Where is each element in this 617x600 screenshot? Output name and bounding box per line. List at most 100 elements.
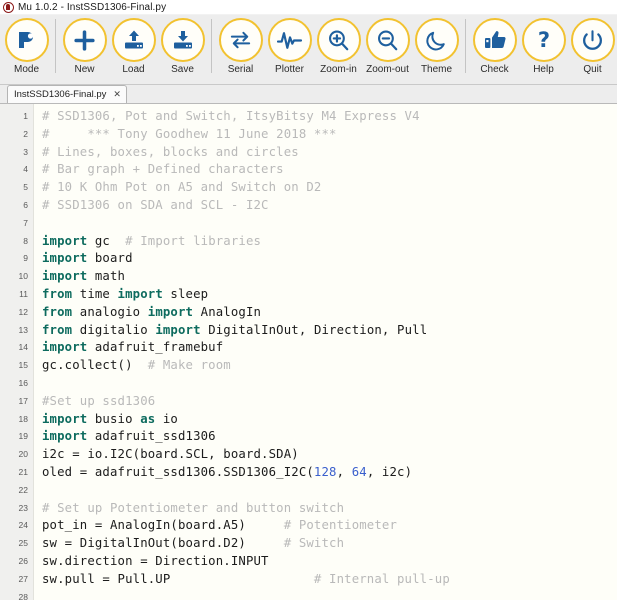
question-icon: ? — [521, 18, 566, 62]
code-token-kw: import — [155, 322, 201, 337]
help-button-label: Help — [533, 64, 554, 75]
code-token-cmt: # Make room — [147, 358, 231, 373]
line-number: 23 — [18, 502, 28, 513]
mode-button[interactable]: Mode — [2, 15, 51, 83]
tab-instssd1306-final[interactable]: InstSSD1306-Final.py ✕ — [7, 85, 127, 103]
code-line[interactable]: # SSD1306, Pot and Switch, ItsyBitsy M4 … — [42, 108, 617, 126]
code-token-txt: gc — [87, 233, 126, 248]
code-token-kw: import — [147, 304, 194, 319]
code-line[interactable]: sw = DigitalInOut(board.D2) # Switch — [42, 535, 617, 553]
code-token-kw: import — [42, 429, 88, 444]
code-token-txt: AnalogIn — [193, 304, 262, 319]
new-button-label: New — [74, 64, 95, 75]
code-editor[interactable]: 1 2 3 4 5 6 7 8 9 10 11 12 13 14 15 16 17 18 19 20 21 22 23 24 2… — [0, 104, 617, 600]
code-token-cmt: # Bar graph + Defined characters — [42, 162, 284, 177]
line-number: 13 — [18, 324, 28, 335]
zoom-in-button[interactable]: Zoom-in — [314, 15, 363, 83]
code-token-kw: import — [42, 269, 88, 284]
save-button[interactable]: Save — [158, 15, 207, 83]
mode-button-label: Mode — [13, 64, 39, 75]
code-token-cmt: #Set up ssd1306 — [42, 393, 156, 408]
code-token-txt: gc.collect() — [42, 358, 148, 373]
download-icon — [160, 18, 205, 62]
code-line[interactable]: gc.collect() # Make room — [42, 357, 617, 375]
theme-button[interactable]: Theme — [412, 15, 461, 83]
code-token-txt: board — [87, 251, 133, 266]
code-line[interactable]: import busio as io — [42, 411, 617, 429]
code-token-txt: time — [72, 286, 118, 301]
code-token-txt: math — [87, 269, 126, 284]
code-token-txt: i2c = io.I2C(board.SCL, board.SDA) — [42, 447, 299, 462]
line-number: 20 — [18, 449, 28, 460]
zoom-out-icon — [365, 18, 410, 62]
code-line[interactable] — [42, 482, 617, 500]
quit-button[interactable]: Quit — [568, 15, 617, 83]
load-button[interactable]: Load — [109, 15, 158, 83]
code-line[interactable] — [42, 215, 617, 233]
code-line[interactable]: sw.direction = Direction.INPUT — [42, 553, 617, 571]
code-token-cmt: # Switch — [283, 536, 345, 551]
new-button[interactable]: New — [60, 15, 109, 83]
code-token-txt: sw.direction = Direction.INPUT — [42, 553, 269, 568]
zoom-in-icon — [316, 18, 361, 62]
code-token-cmt: # SSD1306, Pot and Switch, ItsyBitsy M4 … — [42, 109, 420, 123]
plotter-button-label: Plotter — [275, 64, 304, 75]
code-line[interactable]: # *** Tony Goodhew 11 June 2018 *** — [42, 126, 617, 144]
mode-icon — [4, 18, 49, 62]
line-number: 16 — [18, 377, 28, 388]
tab-label: InstSSD1306-Final.py — [14, 89, 107, 100]
code-line[interactable] — [42, 589, 617, 600]
help-button[interactable]: ? Help — [519, 15, 568, 83]
code-token-txt: oled = adafruit_ssd1306.SSD1306_I2C( — [42, 464, 314, 479]
toolbar-separator — [465, 19, 466, 73]
line-number: 10 — [18, 271, 28, 282]
line-number: 18 — [18, 413, 28, 424]
code-line[interactable]: # Set up Potentiometer and button switch — [42, 500, 617, 518]
line-number: 4 — [23, 164, 28, 175]
code-line[interactable]: import adafruit_ssd1306 — [42, 428, 617, 446]
line-number: 7 — [23, 217, 28, 228]
code-line[interactable]: # 10 K Ohm Pot on A5 and Switch on D2 — [42, 179, 617, 197]
line-number: 11 — [19, 288, 28, 299]
code-token-num: 128 — [313, 464, 337, 479]
code-line[interactable]: oled = adafruit_ssd1306.SSD1306_I2C(128,… — [42, 464, 617, 482]
code-line[interactable]: # Lines, boxes, blocks and circles — [42, 144, 617, 162]
close-icon[interactable]: ✕ — [113, 90, 121, 99]
code-area[interactable]: # SSD1306, Pot and Switch, ItsyBitsy M4 … — [34, 104, 617, 600]
code-token-kw: import — [42, 233, 88, 248]
code-line[interactable]: pot_in = AnalogIn(board.A5) # Potentiome… — [42, 517, 617, 535]
moon-icon — [414, 18, 459, 62]
code-line[interactable]: import board — [42, 250, 617, 268]
code-token-kw: import — [117, 286, 163, 301]
power-icon — [570, 18, 615, 62]
code-line[interactable]: import adafruit_framebuf — [42, 339, 617, 357]
main-toolbar: Mode New Load Save Serial Plotter Zoom-in Zoom-… — [0, 15, 617, 85]
code-line[interactable]: from analogio import AnalogIn — [42, 304, 617, 322]
zoom-out-button[interactable]: Zoom-out — [363, 15, 412, 83]
code-token-cmt: # Import libraries — [125, 233, 262, 248]
check-button[interactable]: Check — [470, 15, 519, 83]
code-line[interactable]: import math — [42, 268, 617, 286]
load-button-label: Load — [122, 64, 145, 75]
code-line[interactable]: i2c = io.I2C(board.SCL, board.SDA) — [42, 446, 617, 464]
code-line[interactable]: import gc # Import libraries — [42, 233, 617, 251]
code-line[interactable]: from time import sleep — [42, 286, 617, 304]
code-line[interactable]: #Set up ssd1306 — [42, 393, 617, 411]
code-token-txt: busio — [87, 411, 141, 426]
code-token-txt: pot_in = AnalogIn(board.A5) — [42, 518, 284, 533]
code-token-kw: import — [42, 340, 88, 355]
code-line[interactable]: from digitalio import DigitalInOut, Dire… — [42, 322, 617, 340]
plotter-button[interactable]: Plotter — [265, 15, 314, 83]
line-number: 17 — [18, 395, 28, 406]
line-number: 9 — [23, 253, 28, 264]
toolbar-separator — [211, 19, 212, 73]
code-line[interactable]: # SSD1306 on SDA and SCL - I2C — [42, 197, 617, 215]
code-token-txt: , — [336, 464, 352, 479]
code-token-txt: adafruit_framebuf — [87, 340, 224, 355]
serial-button[interactable]: Serial — [216, 15, 265, 83]
code-token-cmt: # *** Tony Goodhew 11 June 2018 *** — [42, 126, 337, 141]
code-line[interactable]: sw.pull = Pull.UP # Internal pull-up — [42, 571, 617, 589]
line-number: 24 — [18, 520, 28, 531]
code-line[interactable]: # Bar graph + Defined characters — [42, 161, 617, 179]
code-line[interactable] — [42, 375, 617, 393]
